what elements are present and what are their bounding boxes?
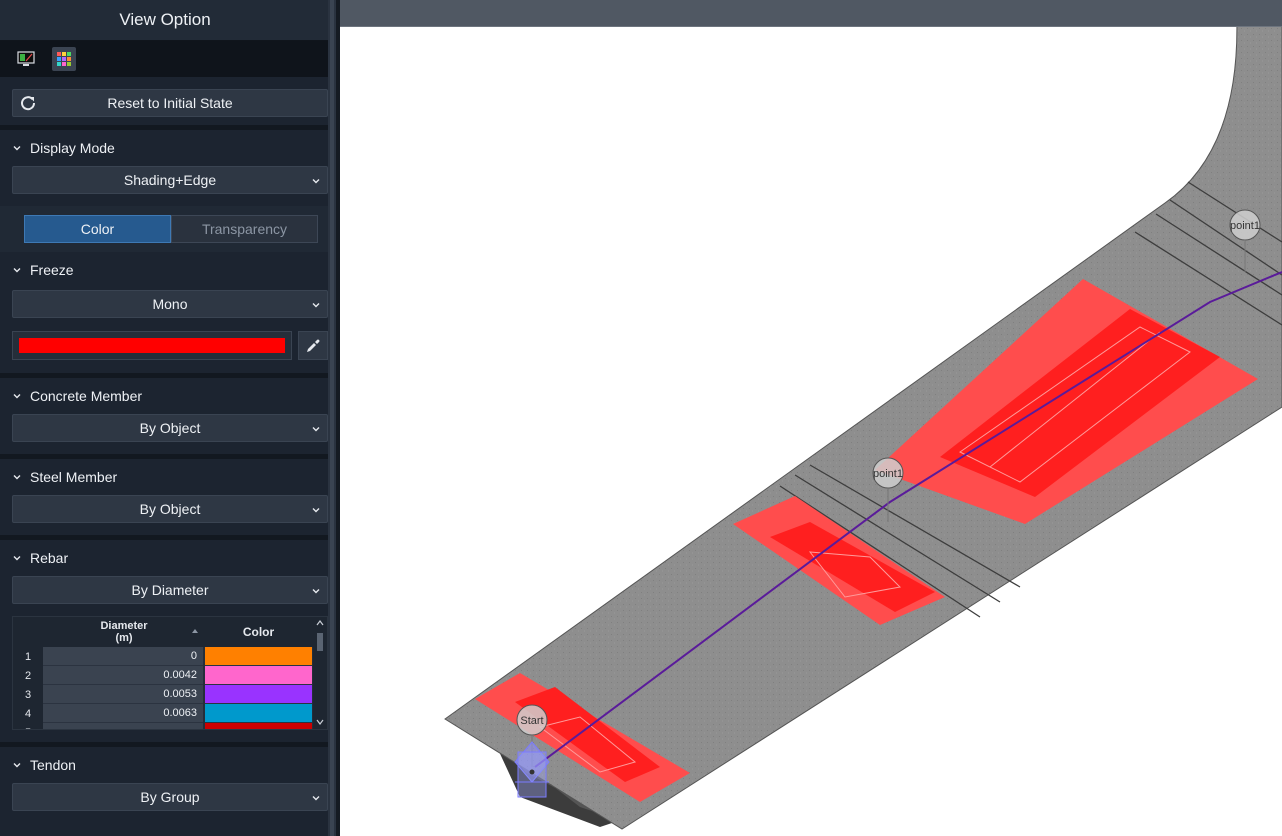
column-header-color[interactable]: Color: [205, 617, 312, 647]
rebar-mode-select[interactable]: By Diameter: [12, 576, 328, 604]
row-index: 1: [13, 647, 43, 666]
section-label: Freeze: [30, 262, 74, 278]
section-display-mode[interactable]: Display Mode: [0, 130, 330, 166]
row-index: 5: [13, 723, 43, 729]
select-value: By Group: [140, 789, 200, 805]
diameter-cell[interactable]: 0.0042: [43, 666, 203, 685]
section-label: Tendon: [30, 757, 76, 773]
3d-viewport[interactable]: Start point1 point1: [340, 0, 1282, 836]
diameter-cell[interactable]: 0.0063: [43, 704, 203, 723]
chevron-down-icon: [13, 763, 21, 768]
table-row[interactable]: 3 0.0053: [13, 685, 327, 704]
refresh-icon: [19, 94, 37, 115]
row-index: 3: [13, 685, 43, 704]
chevron-up-icon[interactable]: [316, 620, 324, 626]
diameter-cell[interactable]: [43, 723, 203, 729]
row-index: 2: [13, 666, 43, 685]
reset-button-label: Reset to Initial State: [107, 95, 233, 111]
section-tendon[interactable]: Tendon: [0, 747, 330, 783]
sort-ascending-icon: [192, 629, 198, 633]
select-value: Shading+Edge: [123, 172, 217, 188]
section-steel-member[interactable]: Steel Member: [0, 459, 330, 495]
table-row[interactable]: 10: [13, 647, 327, 666]
chevron-down-icon: [13, 475, 21, 480]
tendon-mode-select[interactable]: By Group: [12, 783, 328, 811]
section-label: Rebar: [30, 550, 69, 566]
viewport-header: [340, 0, 1282, 27]
section-label: Concrete Member: [30, 388, 143, 404]
row-index: 4: [13, 704, 43, 723]
color-swatch-cell[interactable]: [205, 647, 312, 666]
display-mode-select[interactable]: Shading+Edge: [12, 166, 328, 194]
tab-transparency[interactable]: Transparency: [171, 215, 318, 243]
concrete-member-select[interactable]: By Object: [12, 414, 328, 442]
diameter-cell[interactable]: 0: [43, 647, 203, 666]
column-label: Diameter: [100, 620, 148, 632]
bridge-model[interactable]: Start point1 point1: [340, 27, 1282, 836]
chevron-down-icon: [13, 268, 21, 273]
section-label: Steel Member: [30, 469, 118, 485]
table-row[interactable]: 4 0.0063: [13, 704, 327, 723]
chevron-down-icon: [13, 556, 21, 561]
chevron-down-icon: [312, 796, 320, 801]
marker-label: Start: [520, 715, 543, 727]
chevron-down-icon: [312, 589, 320, 594]
marker-label: point1: [873, 468, 903, 480]
chevron-down-icon: [13, 394, 21, 399]
color-swatch-cell[interactable]: [205, 666, 312, 685]
display-monitor-icon[interactable]: [14, 47, 38, 71]
select-value: By Diameter: [131, 582, 209, 598]
color-swatch-cell[interactable]: [205, 685, 312, 704]
chevron-down-icon[interactable]: [316, 719, 324, 725]
panel-scrollbar[interactable]: [328, 0, 336, 836]
select-value: By Object: [139, 501, 201, 517]
column-unit: (m): [115, 632, 133, 644]
color-swatch-cell[interactable]: [205, 704, 312, 723]
table-scrollbar[interactable]: [313, 617, 327, 729]
view-option-panel: View Option Reset to Initial State Displ…: [0, 0, 330, 836]
color-transparency-toggle: Color Transparency: [24, 215, 318, 243]
tab-color[interactable]: Color: [24, 215, 171, 243]
select-value: Mono: [152, 296, 188, 312]
color-swatch-cell[interactable]: [205, 723, 312, 729]
marker-label: point1: [1230, 220, 1260, 232]
diameter-cell[interactable]: 0.0053: [43, 685, 203, 704]
section-concrete-member[interactable]: Concrete Member: [0, 378, 330, 414]
chevron-down-icon: [312, 508, 320, 513]
eyedropper-icon[interactable]: [298, 331, 328, 360]
section-rebar[interactable]: Rebar: [0, 540, 330, 576]
section-freeze[interactable]: Freeze: [0, 252, 330, 288]
rebar-color-table: Diameter (m) Color 1 0 2 0.0042 3 0.0053 4 0.00…: [12, 616, 328, 730]
panel-title: View Option: [0, 0, 330, 41]
color-palette-icon[interactable]: [52, 47, 76, 71]
column-header-diameter[interactable]: Diameter (m): [43, 617, 205, 647]
chevron-down-icon: [13, 146, 21, 151]
panel-toolbar: [0, 41, 330, 77]
chevron-down-icon: [312, 303, 320, 308]
section-label: Display Mode: [30, 140, 115, 156]
chevron-down-icon: [312, 179, 320, 184]
table-row[interactable]: 2 0.0042: [13, 666, 327, 685]
steel-member-select[interactable]: By Object: [12, 495, 328, 523]
chevron-down-icon: [312, 427, 320, 432]
freeze-color-swatch[interactable]: [12, 331, 292, 360]
freeze-mode-select[interactable]: Mono: [12, 290, 328, 318]
reset-button[interactable]: Reset to Initial State: [12, 89, 328, 117]
select-value: By Object: [139, 420, 201, 436]
table-row[interactable]: 5: [13, 723, 327, 729]
